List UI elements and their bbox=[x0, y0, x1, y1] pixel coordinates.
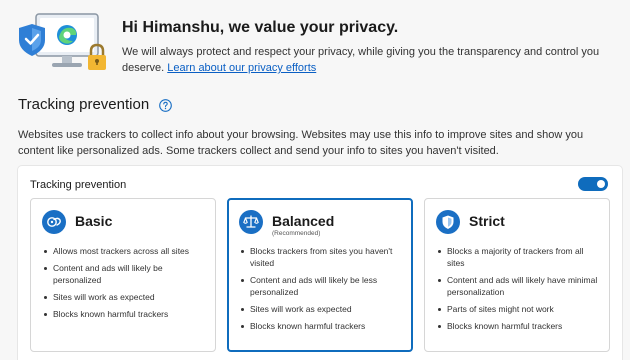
card-bullets: Blocks trackers from sites you haven't v… bbox=[240, 245, 404, 337]
card-bullets: Allows most trackers across all sites Co… bbox=[43, 245, 207, 325]
list-item: Content and ads will likely be personali… bbox=[43, 262, 207, 286]
toggle-knob bbox=[597, 180, 605, 188]
list-item: Content and ads will likely be less pers… bbox=[240, 274, 404, 298]
card-balanced[interactable]: Balanced (Recommended) Blocks trackers f… bbox=[227, 198, 413, 352]
privacy-hero: Hi Himanshu, we value your privacy. We w… bbox=[18, 10, 618, 76]
card-titles: Balanced (Recommended) bbox=[272, 210, 334, 238]
hero-title: Hi Himanshu, we value your privacy. bbox=[122, 19, 399, 36]
shield-icon bbox=[436, 210, 460, 234]
monitor-shield-lock-icon bbox=[19, 13, 106, 70]
tracking-prevention-toggle[interactable] bbox=[578, 177, 608, 191]
card-titles: Strict bbox=[469, 210, 505, 230]
privacy-illustration bbox=[18, 10, 112, 74]
list-item: Allows most trackers across all sites bbox=[43, 245, 207, 257]
hero-body: We will always protect and respect your … bbox=[122, 44, 622, 76]
basic-icon bbox=[42, 210, 66, 234]
list-item: Blocks a majority of trackers from all s… bbox=[437, 245, 601, 269]
hero-text: Hi Himanshu, we value your privacy. We w… bbox=[122, 18, 622, 76]
panel-label: Tracking prevention bbox=[30, 179, 127, 191]
list-item: Parts of sites might not work bbox=[437, 303, 601, 315]
list-item: Blocks known harmful trackers bbox=[43, 308, 207, 320]
card-header: Basic bbox=[42, 210, 112, 234]
card-title: Balanced bbox=[272, 213, 335, 229]
recommended-label: (Recommended) bbox=[272, 230, 321, 237]
list-item: Blocks known harmful trackers bbox=[240, 320, 404, 332]
help-icon[interactable] bbox=[159, 98, 173, 112]
card-title: Strict bbox=[469, 213, 505, 229]
tracking-section-header: Tracking prevention bbox=[18, 96, 173, 114]
card-title: Basic bbox=[75, 213, 113, 229]
list-item: Blocks trackers from sites you haven't v… bbox=[240, 245, 404, 269]
card-header: Balanced (Recommended) bbox=[239, 210, 334, 238]
card-strict[interactable]: Strict Blocks a majority of trackers fro… bbox=[424, 198, 610, 352]
card-basic[interactable]: Basic Allows most trackers across all si… bbox=[30, 198, 216, 352]
card-titles: Basic bbox=[75, 210, 112, 230]
card-bullets: Blocks a majority of trackers from all s… bbox=[437, 245, 601, 337]
list-item: Sites will work as expected bbox=[43, 291, 207, 303]
privacy-efforts-link[interactable]: Learn about our privacy efforts bbox=[167, 62, 316, 74]
list-item: Content and ads will likely have minimal… bbox=[437, 274, 601, 298]
card-header: Strict bbox=[436, 210, 505, 234]
list-item: Blocks known harmful trackers bbox=[437, 320, 601, 332]
list-item: Sites will work as expected bbox=[240, 303, 404, 315]
section-title: Tracking prevention bbox=[18, 96, 150, 113]
tracking-prevention-panel: Tracking prevention Basic Allows most tr… bbox=[18, 166, 622, 360]
scales-icon bbox=[239, 210, 263, 234]
tracking-description: Websites use trackers to collect info ab… bbox=[18, 129, 584, 157]
